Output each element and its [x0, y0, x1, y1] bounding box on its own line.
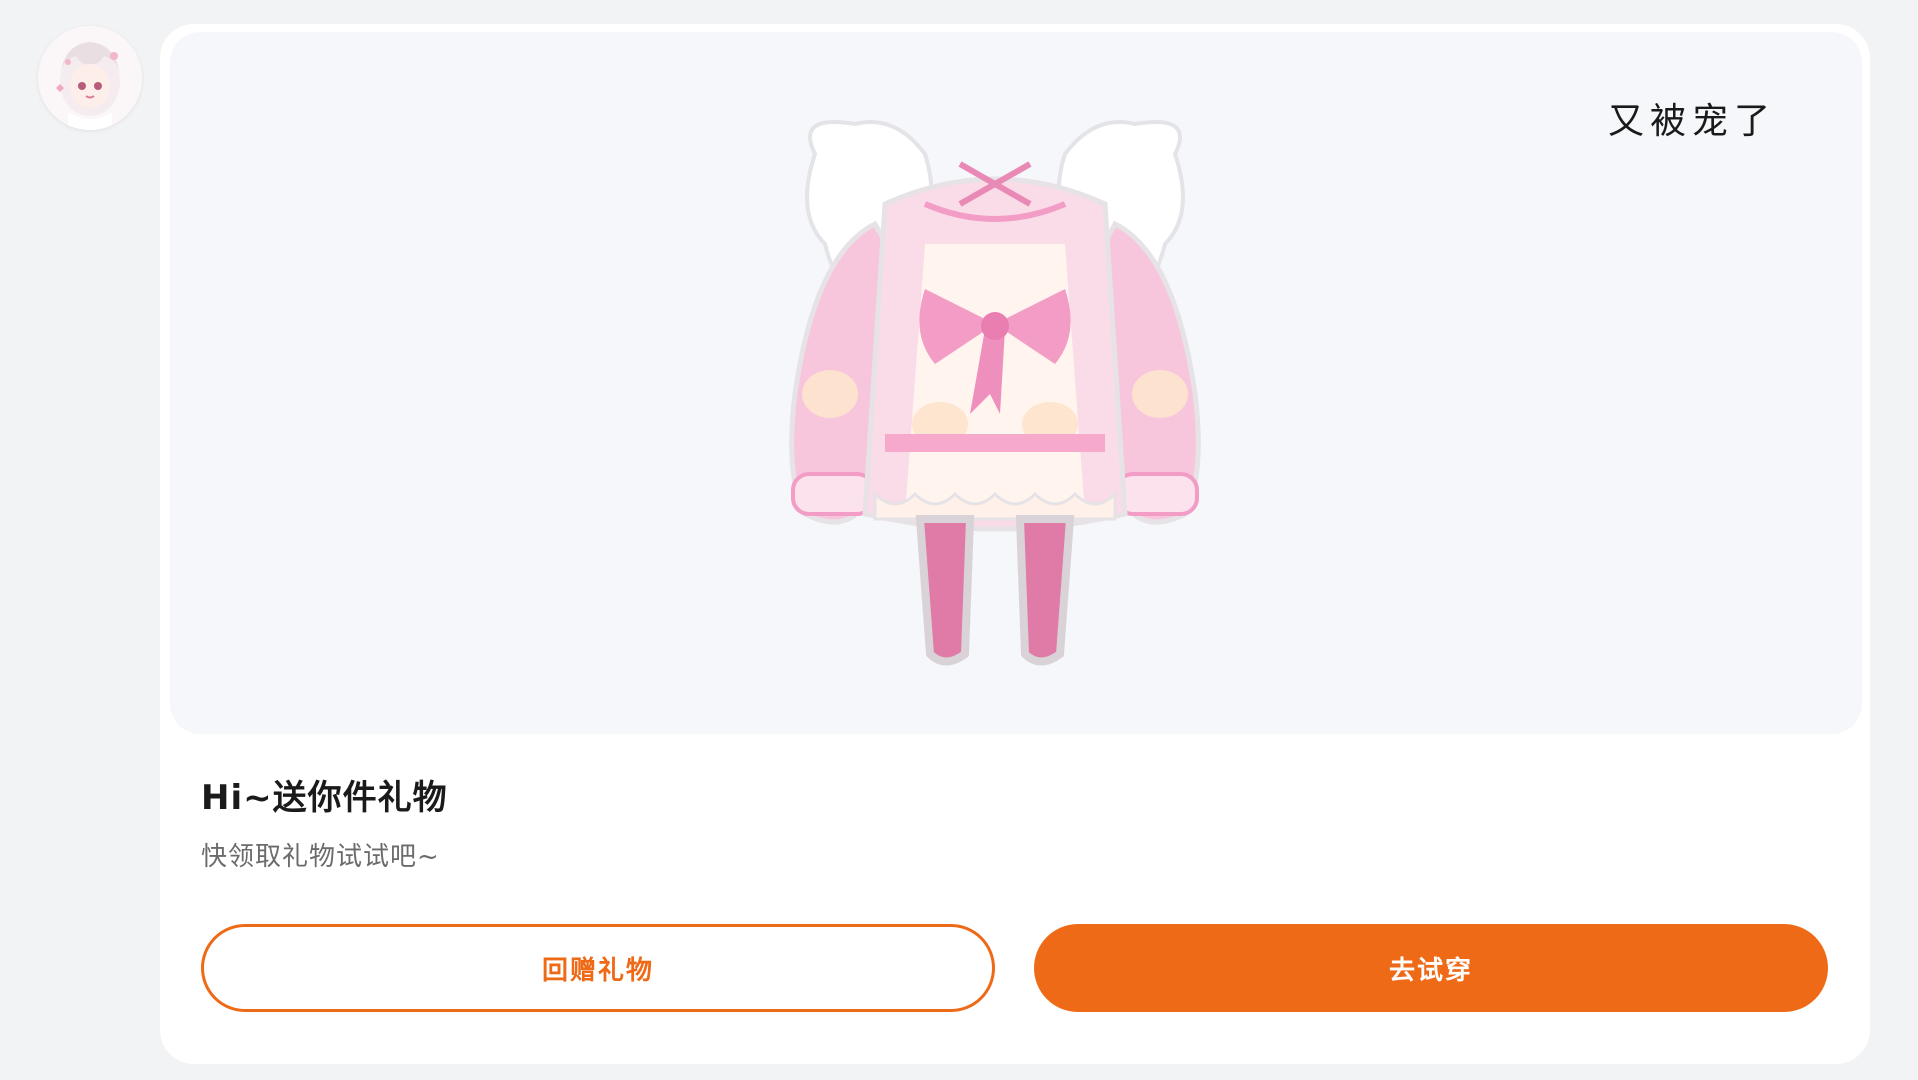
gift-subtitle: 快领取礼物试试吧~ — [201, 842, 440, 872]
gift-preview-panel: 又被宠了 — [170, 32, 1862, 734]
avatar[interactable] — [38, 26, 142, 130]
gift-tag-text: 又被宠了 — [1607, 101, 1776, 142]
try-on-button-label: 去试穿 — [1388, 955, 1473, 986]
pink-outfit-icon — [789, 120, 1201, 666]
anime-girl-avatar-icon — [38, 26, 142, 130]
gift-card: 又被宠了 Hi~送你件礼物 快领取礼物试试吧~ 回赠礼物 去试穿 — [160, 24, 1870, 1064]
return-gift-button[interactable]: 回赠礼物 — [201, 924, 995, 1012]
return-gift-button-label: 回赠礼物 — [541, 955, 654, 986]
try-on-button[interactable]: 去试穿 — [1034, 924, 1828, 1012]
gift-title: Hi~送你件礼物 — [201, 778, 448, 818]
